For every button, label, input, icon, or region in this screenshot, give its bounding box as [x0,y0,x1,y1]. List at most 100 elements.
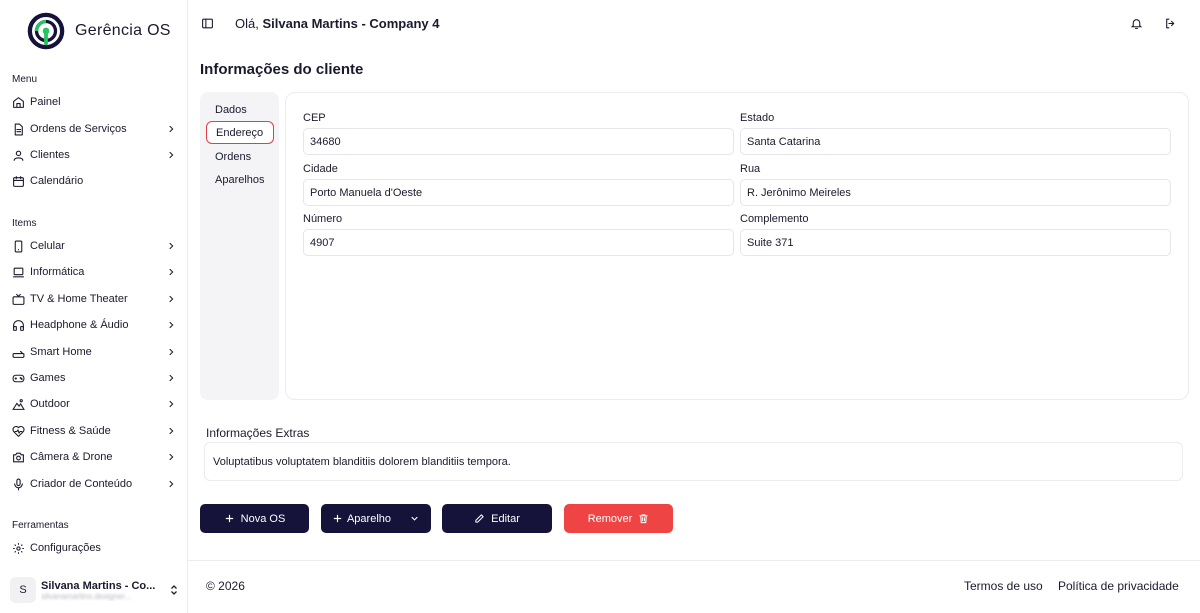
headphone-icon [12,319,25,332]
sidebar-item-calendario[interactable]: Calendário [12,170,176,192]
calendar-icon [12,175,25,188]
remover-button[interactable]: Remover [564,504,673,533]
footer-divider [188,560,1200,561]
chevron-right-icon [166,320,176,330]
outdoor-icon [12,398,25,411]
pencil-icon [475,514,484,523]
sidebar-item-label: Informática [30,266,85,278]
sidebar-item-criador[interactable]: Criador de Conteúdo [12,473,176,495]
items-section-label: Items [12,218,37,229]
home-icon [12,96,25,109]
sidebar-item-headphone[interactable]: Headphone & Áudio [12,314,176,336]
chevron-right-icon [166,452,176,462]
sidebar-item-fitness[interactable]: Fitness & Saúde [12,420,176,442]
top-header: Olá, Silvana Martins - Company 4 [188,0,1200,48]
user-info: Silvana Martins - Co... silvanamartins.d… [41,580,168,601]
sidebar-item-label: Painel [30,96,61,108]
rua-label: Rua [740,163,761,175]
chevron-right-icon [166,150,176,160]
sidebar-item-ordens[interactable]: Ordens de Serviços [12,118,176,140]
sidebar-item-smart-home[interactable]: Smart Home [12,341,176,363]
extras-label: Informações Extras [206,426,310,440]
rua-field[interactable] [740,179,1171,206]
sidebar-item-tv[interactable]: TV & Home Theater [12,288,176,310]
client-tabs: Dados Endereço Ordens Aparelhos [200,92,279,400]
address-form: CEP Estado Cidade Rua Número Complemento [285,92,1189,400]
sidebar-item-games[interactable]: Games [12,367,176,389]
chevrons-up-down-icon [168,584,180,596]
sidebar-item-label: Calendário [30,175,84,187]
chevron-down-icon [409,513,420,524]
aparelho-label: Aparelho [346,512,392,525]
brand[interactable]: Gerência OS [27,12,171,50]
sidebar-item-label: Smart Home [30,346,92,358]
copyright: © 2026 [206,579,245,593]
chevron-right-icon [166,347,176,357]
tab-ordens[interactable]: Ordens [206,145,274,168]
heart-pulse-icon [12,425,25,438]
plus-icon [225,514,233,523]
remover-label: Remover [587,512,633,525]
brand-logo-icon [27,12,65,50]
sidebar-item-camera[interactable]: Câmera & Drone [12,446,176,468]
add-aparelho-button[interactable]: Aparelho [321,504,431,533]
chevron-right-icon [166,426,176,436]
terms-link[interactable]: Termos de uso [964,579,1043,593]
privacy-link[interactable]: Política de privacidade [1058,579,1179,593]
numero-label: Número [303,213,343,225]
sidebar-item-label: Celular [30,240,65,252]
sidebar-item-painel[interactable]: Painel [12,91,176,113]
tools-section-label: Ferramentas [12,520,69,531]
sidebar-item-informatica[interactable]: Informática [12,261,176,283]
sidebar-item-label: Configurações [30,542,101,554]
nova-os-label: Nova OS [240,512,286,525]
sidebar-item-label: Outdoor [30,398,70,410]
chevron-right-icon [166,373,176,383]
chevron-right-icon [166,267,176,277]
editar-button[interactable]: Editar [442,504,552,533]
tab-dados[interactable]: Dados [206,98,274,121]
user-menu[interactable]: S Silvana Martins - Co... silvanamartins… [10,574,180,606]
page-title: Informações do cliente [200,61,364,78]
sidebar-item-label: Câmera & Drone [30,451,113,463]
gear-icon [12,542,25,555]
cidade-field[interactable] [303,179,734,206]
greeting: Olá, Silvana Martins - Company 4 [235,16,439,31]
brand-name: Gerência OS [75,22,171,39]
cidade-label: Cidade [303,163,338,175]
nova-os-button[interactable]: Nova OS [200,504,309,533]
complemento-field[interactable] [740,229,1171,256]
greeting-name: Silvana Martins - Company 4 [262,16,440,31]
router-icon [12,346,25,359]
gamepad-icon [12,372,25,385]
sidebar-item-outdoor[interactable]: Outdoor [12,393,176,415]
sidebar-item-clientes[interactable]: Clientes [12,144,176,166]
chevron-right-icon [166,479,176,489]
logout-icon[interactable] [1164,17,1177,30]
tab-aparelhos[interactable]: Aparelhos [206,168,274,191]
laptop-icon [12,266,25,279]
sidebar-item-celular[interactable]: Celular [12,235,176,257]
extras-text: Voluptatibus voluptatem blanditiis dolor… [204,442,1183,481]
sidebar-item-label: Clientes [30,149,70,161]
estado-label: Estado [740,112,775,124]
sidebar-item-configuracoes[interactable]: Configurações [12,537,176,559]
bell-icon[interactable] [1130,17,1143,30]
sidebar-item-label: Games [30,372,66,384]
camera-icon [12,451,25,464]
sidebar-toggle-icon[interactable] [201,17,214,30]
tab-endereco[interactable]: Endereço [206,121,274,144]
numero-field[interactable] [303,229,734,256]
sidebar-item-label: TV & Home Theater [30,293,128,305]
user-email: silvanamartins.designer... [41,591,132,601]
sidebar-item-label: Headphone & Áudio [30,319,129,331]
plus-icon [333,514,342,523]
chevron-right-icon [166,294,176,304]
cep-label: CEP [303,112,326,124]
smartphone-icon [12,240,25,253]
chevron-right-icon [166,399,176,409]
complemento-label: Complemento [740,213,809,225]
chevron-right-icon [166,124,176,134]
estado-field[interactable] [740,128,1171,155]
cep-field[interactable] [303,128,734,155]
